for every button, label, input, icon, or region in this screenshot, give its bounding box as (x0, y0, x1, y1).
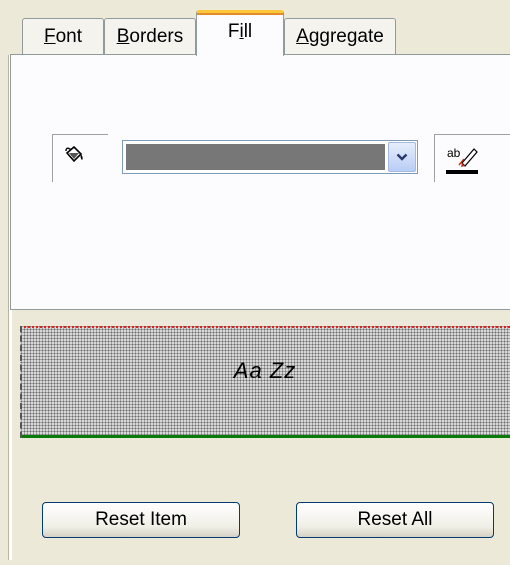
chevron-down-icon (396, 153, 408, 161)
tab-aggregate-label-rest: ggregate (308, 25, 384, 47)
paint-bucket-icon (65, 145, 83, 163)
fill-pattern-select[interactable] (122, 140, 418, 174)
tab-fill-label-rest: ll (243, 20, 253, 42)
fill-tab-panel (10, 54, 510, 310)
pattern-swatch (126, 144, 385, 170)
reset-all-button[interactable]: Reset All (296, 502, 494, 538)
tab-font-mnemonic: F (43, 25, 56, 47)
tab-aggregate-mnemonic: A (296, 25, 309, 47)
tab-borders-mnemonic: B (116, 25, 130, 47)
fill-preview: Aa Zz (20, 326, 510, 438)
reset-item-button[interactable]: Reset Item (42, 502, 240, 538)
tab-font-label-rest: ont (55, 25, 83, 47)
preview-sample-text: Aa Zz (233, 358, 297, 383)
tab-font[interactable]: Font (22, 18, 104, 54)
tab-fill[interactable]: Fi ll (196, 10, 284, 56)
fill-color-button[interactable] (52, 134, 108, 182)
text-color-button[interactable]: ab (434, 134, 510, 182)
tab-borders[interactable]: Borders (104, 18, 196, 54)
text-color-icon: ab (446, 146, 478, 174)
svg-text:ab: ab (447, 146, 461, 160)
dropdown-button[interactable] (388, 142, 416, 172)
tab-fill-label-pre: F (227, 20, 240, 42)
tab-aggregate[interactable]: Aggregate (284, 18, 396, 54)
preview-left-border (20, 326, 22, 438)
tab-borders-label-rest: orders (129, 25, 184, 47)
